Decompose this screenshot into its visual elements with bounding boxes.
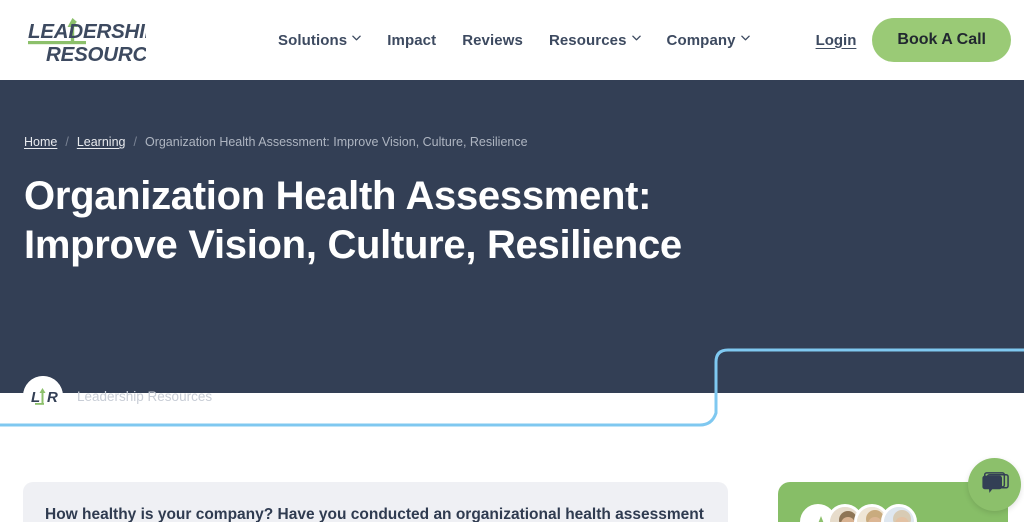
site-header: LEADERSHIP RESOURCES Solutions Impact Re… — [0, 0, 1024, 80]
page-root: LEADERSHIP RESOURCES Solutions Impact Re… — [0, 0, 1024, 522]
nav-label-reviews: Reviews — [462, 31, 523, 49]
page-title-line-1: Organization Health Assessment: — [24, 174, 652, 218]
breadcrumb-separator: / — [133, 135, 137, 149]
leadership-resources-logo[interactable]: LEADERSHIP RESOURCES — [22, 13, 175, 67]
nav-item-solutions[interactable]: Solutions — [278, 31, 362, 49]
nav-item-impact[interactable]: Impact — [387, 32, 436, 49]
breadcrumb: Home / Learning / Organization Health As… — [24, 135, 528, 149]
cta-avatar-group — [800, 504, 917, 522]
svg-text:LEADERSHIP: LEADERSHIP — [28, 20, 146, 43]
breadcrumb-home[interactable]: Home — [24, 135, 57, 149]
chevron-down-icon — [352, 35, 362, 44]
page-title: Organization Health Assessment: Improve … — [24, 172, 814, 270]
author-byline: L R Leadership Resources — [23, 376, 212, 416]
page-title-line-2: Improve Vision, Culture, Resilience — [24, 223, 682, 267]
nav-label-impact: Impact — [387, 31, 437, 49]
callout-card: How healthy is your company? Have you co… — [23, 482, 728, 522]
logo-icon: LEADERSHIP RESOURCES — [28, 18, 175, 66]
breadcrumb-current: Organization Health Assessment: Improve … — [144, 135, 528, 149]
callout-text: How healthy is your company? Have you co… — [45, 506, 704, 522]
nav-item-resources[interactable]: Resources — [549, 32, 641, 49]
author-name: Leadership Resources — [77, 388, 213, 404]
nav-label-solutions: Solutions — [278, 31, 348, 49]
nav-item-reviews[interactable]: Reviews — [462, 32, 523, 49]
chevron-down-icon — [740, 35, 750, 44]
cta-avatar-person-3 — [881, 504, 917, 522]
svg-text:R: R — [47, 389, 58, 406]
svg-text:RESOURCES: RESOURCES — [46, 43, 146, 66]
lr-monogram-avatar-icon: L R — [23, 376, 63, 416]
person-photo-icon — [884, 507, 914, 522]
chat-bubbles-icon — [981, 471, 1009, 493]
breadcrumb-learning[interactable]: Learning — [77, 135, 126, 149]
nav-label-company: Company — [666, 31, 736, 49]
header-actions: Login Book A Call — [816, 0, 1011, 80]
login-link[interactable]: Login — [816, 32, 857, 49]
chevron-down-icon — [631, 35, 641, 44]
book-a-call-button[interactable]: Book A Call — [872, 18, 1011, 62]
hero-section: Home / Learning / Organization Health As… — [0, 80, 1024, 416]
nav-label-resources: Resources — [548, 31, 627, 49]
breadcrumb-separator: / — [65, 135, 69, 149]
avatar: L R — [23, 376, 63, 416]
chat-widget-button[interactable] — [968, 458, 1021, 511]
main-navigation: Solutions Impact Reviews Resources Compa… — [278, 0, 750, 80]
nav-item-company[interactable]: Company — [667, 32, 750, 49]
